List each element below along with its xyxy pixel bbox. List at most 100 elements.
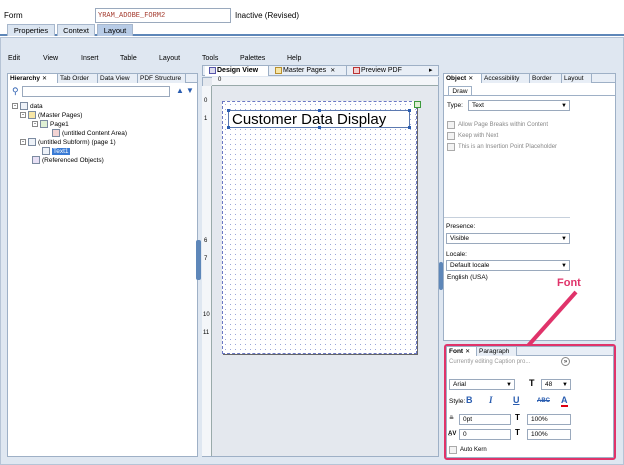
arrow-up-icon[interactable]: ▲	[176, 86, 184, 95]
resize-handle[interactable]	[227, 126, 230, 129]
search-icon[interactable]: ⚲	[12, 86, 19, 97]
tab-data-view-label: Data View	[100, 75, 130, 82]
menu-view[interactable]: View	[43, 55, 58, 62]
tab-border[interactable]: Border	[530, 74, 562, 83]
tab-data-view[interactable]: Data View	[98, 74, 138, 83]
collapse-icon[interactable]: -	[20, 112, 26, 118]
ruler-label: 11	[203, 330, 210, 336]
tree-item-content-area[interactable]: (untitled Content Area)	[52, 129, 127, 137]
tab-accessibility[interactable]: Accessibility	[482, 74, 530, 83]
menu-palettes[interactable]: Palettes	[240, 55, 265, 62]
collapse-icon[interactable]: -	[32, 121, 38, 127]
menu-layout[interactable]: Layout	[159, 55, 180, 62]
tab-layout-panel[interactable]: Layout	[562, 74, 592, 83]
insertion-point-checkbox[interactable]: This is an Insertion Point Placeholder	[447, 143, 557, 151]
tab-tab-order[interactable]: Tab Order	[58, 74, 98, 83]
hierarchy-panel: Hierarchy ✕ Tab Order Data View PDF Struc…	[7, 73, 198, 457]
checkbox-box	[447, 132, 455, 140]
menu-insert[interactable]: Insert	[81, 55, 99, 62]
locale-select[interactable]: Default locale ▼	[446, 260, 570, 271]
content-area-icon	[52, 129, 60, 137]
tree-item-untitled-subform[interactable]: - (untitled Subform) (page 1)	[20, 138, 116, 146]
hierarchy-search-input[interactable]	[22, 86, 170, 97]
resize-handle[interactable]	[227, 109, 230, 112]
master-pages-icon	[275, 67, 282, 74]
tab-layout-panel-label: Layout	[564, 75, 584, 82]
object-tabbar: Object ✕ Accessibility Border Layout	[444, 74, 615, 83]
tab-master-pages[interactable]: Master Pages ✕	[271, 66, 347, 76]
scroll-right-icon[interactable]: ▸	[429, 66, 433, 74]
menu-table[interactable]: Table	[120, 55, 137, 62]
presence-select[interactable]: Visible ▼	[446, 233, 570, 244]
tree-item-label: data	[30, 102, 43, 110]
close-icon[interactable]: ✕	[42, 76, 47, 82]
tab-tab-order-label: Tab Order	[60, 75, 89, 82]
arrow-down-icon[interactable]: ▼	[186, 86, 194, 95]
tab-object-label: Object	[446, 75, 467, 82]
form-label: Form	[4, 11, 23, 20]
tree-item-text1[interactable]: Text1	[42, 147, 70, 155]
design-view-icon	[209, 67, 216, 74]
collapse-icon[interactable]: -	[20, 139, 26, 145]
ruler-vertical: 0 1 6 7 10 11	[202, 86, 212, 456]
type-select-value: Text	[472, 102, 484, 109]
ruler-label: 0	[218, 77, 222, 83]
subform-icon	[20, 102, 28, 110]
locale-select-value: Default locale	[450, 262, 490, 269]
collapse-icon[interactable]: -	[12, 103, 18, 109]
menu-help[interactable]: Help	[287, 55, 301, 62]
designer-tabbar: Design View Master Pages ✕ Preview PDF ▸	[202, 65, 439, 76]
tab-preview-pdf-label: Preview PDF	[361, 67, 402, 74]
hierarchy-search-bar: ⚲ ▲ ▼	[10, 86, 195, 98]
resize-handle[interactable]	[318, 126, 321, 129]
tab-pdf-structure[interactable]: PDF Structure	[138, 74, 186, 83]
tree-item-label: (Referenced Objects)	[42, 156, 104, 164]
ruler-horizontal: 0	[212, 77, 438, 86]
tree-item-label: Text1	[52, 147, 70, 155]
tab-properties[interactable]: Properties	[7, 24, 55, 36]
checkbox-label: Keep with Next	[458, 133, 499, 139]
tab-master-pages-label: Master Pages	[283, 67, 327, 74]
type-select[interactable]: Text ▼	[468, 100, 570, 111]
tree-item-referenced-objects[interactable]: (Referenced Objects)	[32, 156, 104, 164]
form-status: Inactive (Revised)	[235, 11, 300, 20]
locale-sub: English (USA)	[447, 274, 488, 281]
form-name-field[interactable]: YRAM_ADOBE_FORM2	[95, 8, 231, 23]
tree-item-data[interactable]: - data	[12, 102, 43, 110]
tab-hierarchy[interactable]: Hierarchy ✕	[8, 74, 58, 83]
resize-handle[interactable]	[408, 126, 411, 129]
close-icon[interactable]: ✕	[468, 76, 473, 82]
tab-layout[interactable]: Layout	[97, 24, 133, 36]
panel-splitter-right[interactable]	[439, 262, 443, 290]
keep-with-next-checkbox[interactable]: Keep with Next	[447, 132, 498, 140]
tab-border-label: Border	[532, 75, 552, 82]
chevron-down-icon: ▼	[561, 236, 567, 242]
panel-splitter-left[interactable]	[196, 240, 201, 280]
tab-design-view-label: Design View	[217, 67, 259, 74]
menu-tools[interactable]: Tools	[202, 55, 218, 62]
checkbox-label: Allow Page Breaks within Content	[458, 122, 549, 128]
page-marker-icon	[414, 101, 421, 108]
allow-page-breaks-checkbox[interactable]: Allow Page Breaks within Content	[447, 121, 548, 129]
text-object-icon	[42, 147, 50, 155]
resize-handle[interactable]	[318, 109, 321, 112]
presence-label: Presence:	[446, 223, 476, 230]
resize-handle[interactable]	[408, 109, 411, 112]
tab-object[interactable]: Object ✕	[444, 74, 482, 83]
tree-item-label: (untitled Content Area)	[62, 129, 128, 137]
subtab-draw[interactable]: Draw	[448, 86, 472, 95]
tree-item-label: (Master Pages)	[38, 111, 83, 119]
tab-pdf-structure-label: PDF Structure	[140, 75, 182, 82]
tree-item-master-pages[interactable]: - (Master Pages)	[20, 111, 82, 119]
referenced-objects-icon	[32, 156, 40, 164]
tree-item-page1[interactable]: - Page1	[32, 120, 69, 128]
close-icon[interactable]: ✕	[330, 68, 335, 74]
type-label: Type:	[447, 102, 463, 109]
ruler-label: 0	[204, 98, 208, 104]
menu-bar: Edit View Insert Table Layout Tools Pale…	[0, 55, 624, 65]
design-page[interactable]	[222, 101, 417, 354]
chevron-down-icon: ▼	[561, 263, 567, 269]
hierarchy-tabbar: Hierarchy ✕ Tab Order Data View PDF Struc…	[8, 74, 197, 83]
tab-context[interactable]: Context	[57, 24, 95, 36]
menu-edit[interactable]: Edit	[8, 55, 20, 62]
